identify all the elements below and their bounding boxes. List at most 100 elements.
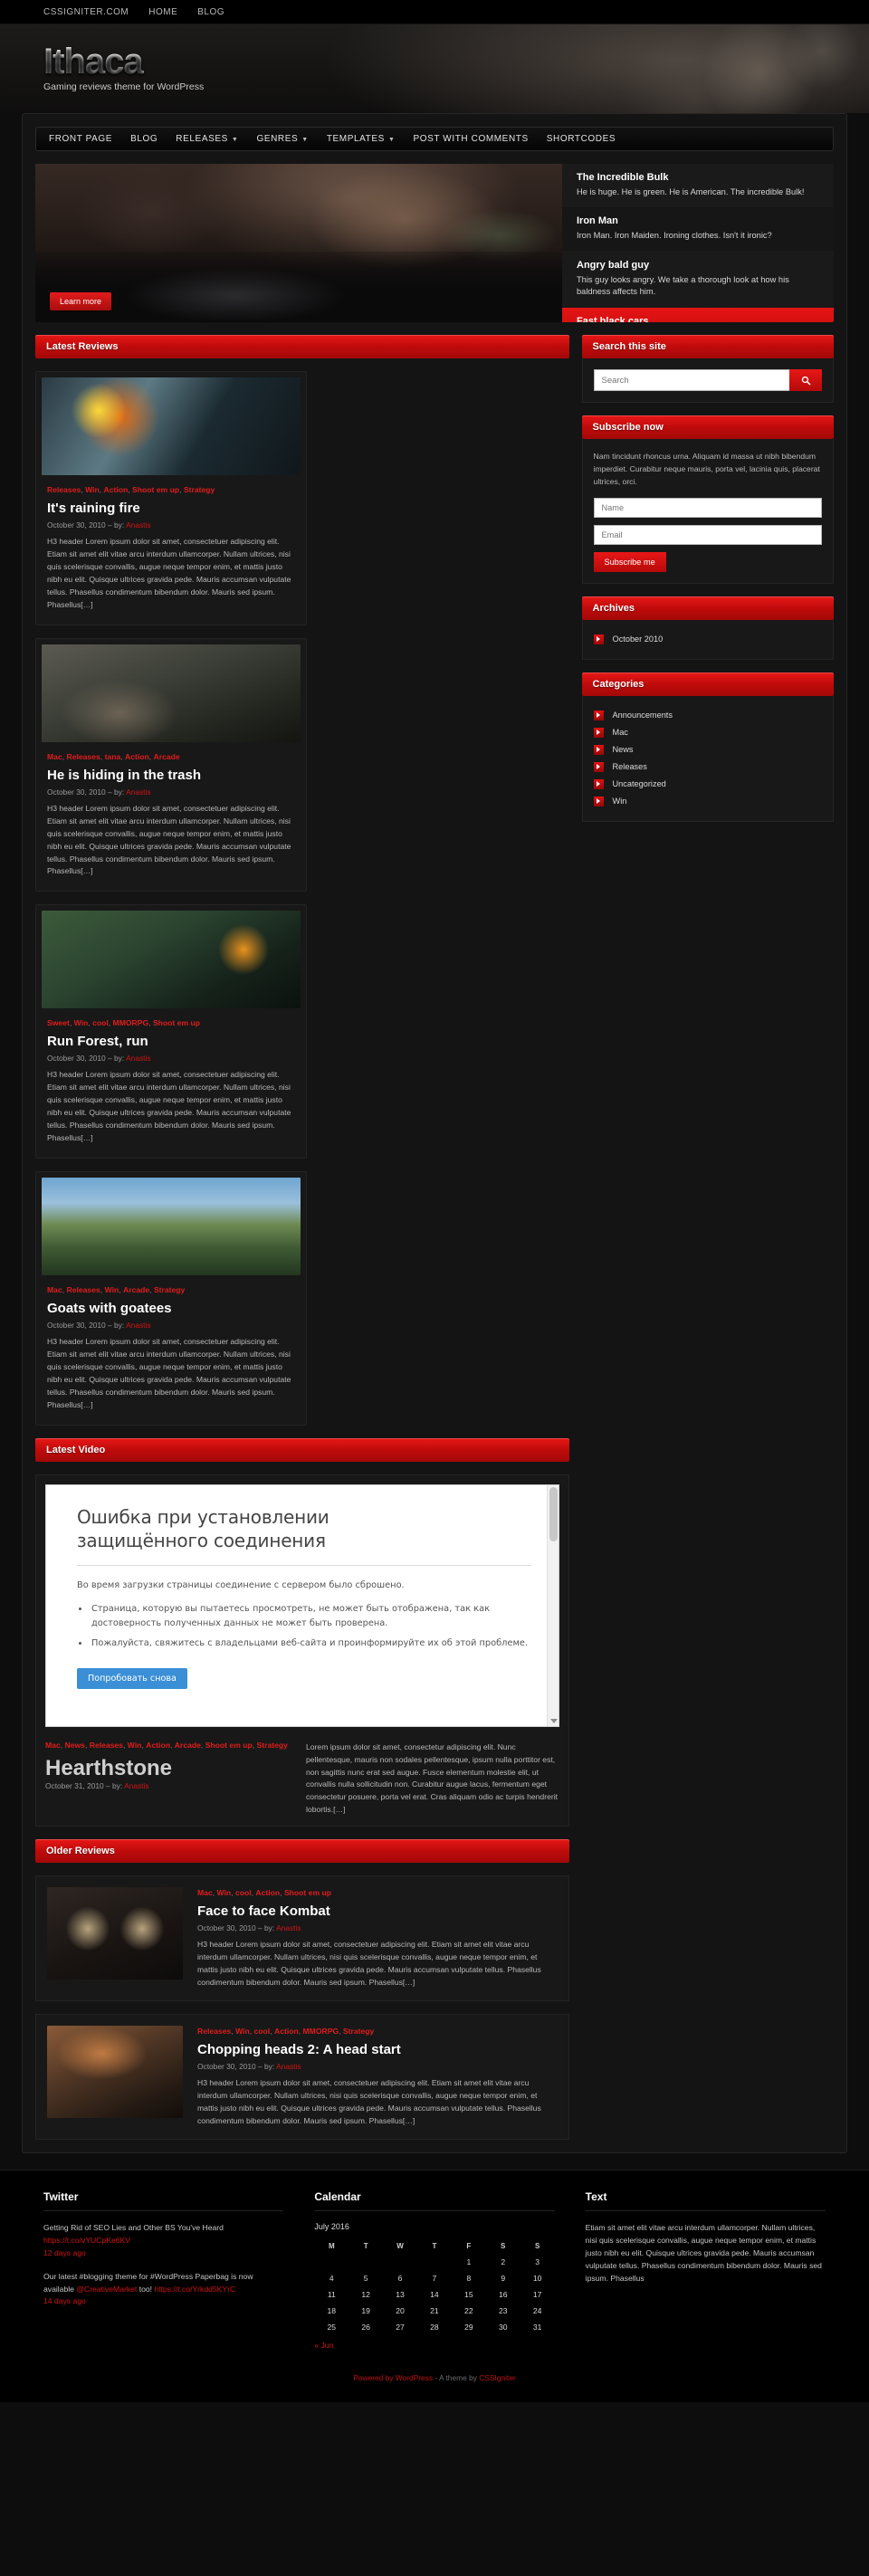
older-review-author[interactable]: Anastis xyxy=(276,2062,301,2071)
subscribe-name-input[interactable] xyxy=(593,497,822,518)
tweet-link[interactable]: https://t.co/Yrkdd5KYrC xyxy=(154,2285,235,2294)
category-item[interactable]: News xyxy=(593,741,822,758)
subscribe-button[interactable]: Subscribe me xyxy=(593,551,666,572)
category-link[interactable]: Mac xyxy=(197,1888,213,1897)
category-link[interactable]: cool xyxy=(254,2027,271,2036)
slider-entry[interactable]: Angry bald guy This guy looks angry. We … xyxy=(562,251,834,308)
review-categories[interactable]: Mac, Releases, tana, Action, Arcade xyxy=(47,751,295,763)
category-link[interactable]: Strategy xyxy=(343,2027,374,2036)
category-link[interactable]: Win xyxy=(74,1018,89,1027)
category-link[interactable]: Action xyxy=(104,485,129,494)
review-author[interactable]: Anastis xyxy=(126,787,150,797)
category-link[interactable]: Action xyxy=(146,1741,170,1750)
category-link[interactable]: Releases xyxy=(197,2027,231,2036)
category-link[interactable]: Action xyxy=(255,1888,280,1897)
category-link[interactable]: Win xyxy=(217,1888,232,1897)
review-card[interactable]: Sweet, Win, cool, MMORPG, Shoot em up Ru… xyxy=(35,904,307,1159)
category-item[interactable]: Mac xyxy=(593,724,822,741)
category-link[interactable]: Win xyxy=(85,485,100,494)
category-link[interactable]: cool xyxy=(235,1888,252,1897)
review-categories[interactable]: Releases, Win, Action, Shoot em up, Stra… xyxy=(47,484,295,496)
category-link[interactable]: Action xyxy=(274,2027,299,2036)
category-link[interactable]: Strategy xyxy=(184,485,215,494)
review-categories[interactable]: Sweet, Win, cool, MMORPG, Shoot em up xyxy=(47,1017,295,1029)
category-link[interactable]: Arcade xyxy=(154,752,180,761)
video-categories[interactable]: Mac, News, Releases, Win, Action, Arcade… xyxy=(45,1740,291,1751)
review-author[interactable]: Anastis xyxy=(126,1321,150,1330)
slider-entry-active[interactable]: Fast black cars Some cars are slow, some… xyxy=(562,307,834,322)
learn-more-button[interactable]: Learn more xyxy=(50,292,112,310)
topbar-link-home[interactable]: HOME xyxy=(148,7,177,17)
older-review-item[interactable]: Mac, Win, cool, Action, Shoot em up Face… xyxy=(35,1875,569,2002)
category-link[interactable]: Shoot em up xyxy=(205,1741,253,1750)
category-link[interactable]: MMORPG xyxy=(303,2027,339,2036)
archive-item[interactable]: October 2010 xyxy=(593,631,822,648)
tweet-link[interactable]: https://t.co/vYUCpKe6KV xyxy=(43,2236,130,2245)
site-branding[interactable]: Ithaca Gaming reviews theme for WordPres… xyxy=(0,24,869,92)
category-link[interactable]: Win xyxy=(105,1285,119,1294)
older-review-thumbnail[interactable] xyxy=(47,2026,183,2119)
scroll-down-icon[interactable] xyxy=(549,1718,558,1723)
category-item[interactable]: Uncategorized xyxy=(593,776,822,793)
review-title[interactable]: He is hiding in the trash xyxy=(47,768,295,783)
older-review-categories[interactable]: Mac, Win, cool, Action, Shoot em up xyxy=(197,1887,558,1899)
category-link[interactable]: tana xyxy=(105,752,121,761)
category-link[interactable]: Strategy xyxy=(257,1741,288,1750)
nav-item-genres[interactable]: GENRES ▼ xyxy=(256,134,308,144)
slider-image[interactable]: Learn more xyxy=(35,164,562,322)
category-item[interactable]: Win xyxy=(593,793,822,810)
search-button[interactable] xyxy=(789,369,822,391)
older-review-title[interactable]: Face to face Kombat xyxy=(197,1903,558,1919)
category-link[interactable]: MMORPG xyxy=(113,1018,149,1027)
category-link[interactable]: Arcade xyxy=(175,1741,201,1750)
review-card[interactable]: Mac, Releases, Win, Arcade, Strategy Goa… xyxy=(35,1171,307,1426)
review-thumbnail[interactable] xyxy=(42,644,301,742)
tweet-mention[interactable]: @CreativeMarket xyxy=(76,2285,137,2294)
older-review-item[interactable]: Releases, Win, cool, Action, MMORPG, Str… xyxy=(35,2014,569,2140)
review-thumbnail[interactable] xyxy=(42,377,301,475)
subscribe-email-input[interactable] xyxy=(593,524,822,545)
category-link[interactable]: Releases xyxy=(90,1741,123,1750)
review-title[interactable]: Goats with goatees xyxy=(47,1301,295,1316)
nav-item-templates[interactable]: TEMPLATES ▼ xyxy=(327,134,396,144)
review-thumbnail[interactable] xyxy=(42,911,301,1009)
credits-theme-link[interactable]: CSSIgniter xyxy=(479,2373,516,2382)
calendar-prev-link[interactable]: « Jun xyxy=(314,2341,333,2350)
review-categories[interactable]: Mac, Releases, Win, Arcade, Strategy xyxy=(47,1284,295,1296)
video-post-title[interactable]: Hearthstone xyxy=(45,1756,291,1781)
retry-button[interactable]: Попробовать снова xyxy=(77,1667,187,1689)
video-post-author[interactable]: Anastis xyxy=(124,1781,148,1790)
slider-entry[interactable]: Iron Man Iron Man. Iron Maiden. Ironing … xyxy=(562,207,834,252)
category-link[interactable]: Mac xyxy=(45,1741,61,1750)
older-review-thumbnail[interactable] xyxy=(47,1887,183,1980)
site-title[interactable]: Ithaca xyxy=(43,43,869,80)
nav-item-releases[interactable]: RELEASES ▼ xyxy=(176,134,238,144)
category-link[interactable]: Shoot em up xyxy=(132,485,179,494)
slider-entry[interactable]: The Incredible Bulk He is huge. He is gr… xyxy=(562,164,834,208)
category-link[interactable]: cool xyxy=(92,1018,109,1027)
older-review-title[interactable]: Chopping heads 2: A head start xyxy=(197,2042,558,2057)
category-link[interactable]: Strategy xyxy=(154,1285,185,1294)
review-thumbnail[interactable] xyxy=(42,1178,301,1276)
review-title[interactable]: Run Forest, run xyxy=(47,1034,295,1049)
review-author[interactable]: Anastis xyxy=(126,520,150,530)
category-item[interactable]: Releases xyxy=(593,758,822,776)
category-link[interactable]: News xyxy=(65,1741,85,1750)
category-link[interactable]: Releases xyxy=(47,485,81,494)
scrollbar-thumb[interactable] xyxy=(549,1486,558,1541)
search-input[interactable] xyxy=(593,369,789,391)
tweet-timestamp[interactable]: 12 days ago xyxy=(43,2247,283,2260)
category-link[interactable]: Releases xyxy=(67,1285,100,1294)
topbar-link-cssigniter[interactable]: CSSIGNITER.COM xyxy=(43,7,129,17)
topbar-link-blog[interactable]: BLOG xyxy=(197,7,224,17)
category-link[interactable]: Arcade xyxy=(123,1285,149,1294)
category-link[interactable]: Mac xyxy=(47,1285,62,1294)
credits-wordpress-link[interactable]: Powered by WordPress xyxy=(353,2373,433,2382)
review-card[interactable]: Mac, Releases, tana, Action, Arcade He i… xyxy=(35,637,307,892)
category-link[interactable]: Shoot em up xyxy=(153,1018,200,1027)
older-review-author[interactable]: Anastis xyxy=(276,1923,301,1932)
review-title[interactable]: It's raining fire xyxy=(47,501,295,516)
category-link[interactable]: Shoot em up xyxy=(284,1888,331,1897)
nav-item-post-with-comments[interactable]: POST WITH COMMENTS xyxy=(413,134,528,144)
category-link[interactable]: Win xyxy=(128,1741,142,1750)
